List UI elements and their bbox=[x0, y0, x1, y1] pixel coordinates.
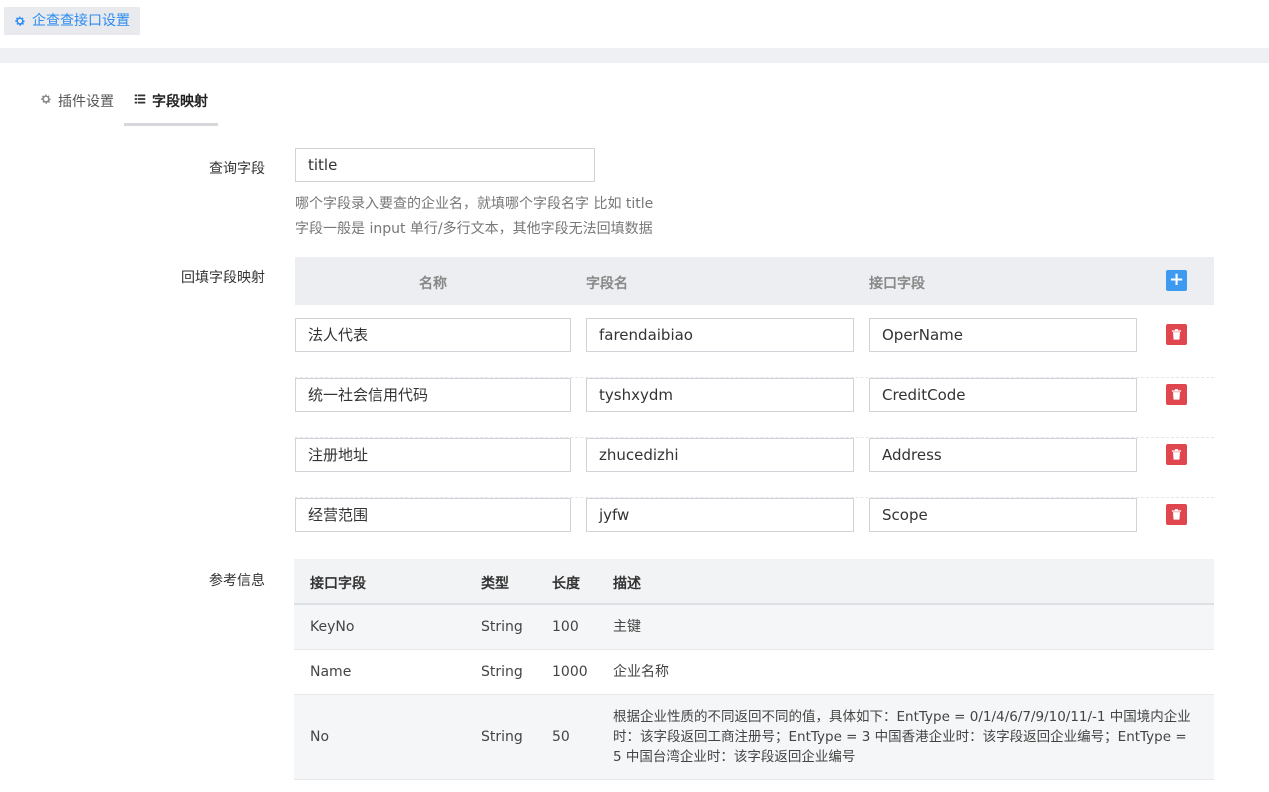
tab-plugin-settings[interactable]: 插件设置 bbox=[30, 83, 124, 126]
ref-cell-length: 1000 bbox=[552, 664, 588, 680]
column-header-api: 接口字段 bbox=[869, 276, 925, 292]
plus-icon: + bbox=[1168, 269, 1185, 290]
mapping-row: 经营范围 jyfw Scope bbox=[295, 498, 1214, 558]
settings-title: 企查查接口设置 bbox=[32, 13, 130, 29]
delete-row-button[interactable] bbox=[1166, 444, 1187, 465]
list-icon bbox=[134, 94, 146, 104]
mapping-row: 统一社会信用代码 tyshxydm CreditCode bbox=[295, 378, 1214, 438]
ref-cell-type: String bbox=[481, 664, 523, 680]
main-panel: 插件设置 字段映射 查询字段 title 哪个字段录入要查的企业名，就填哪个字段… bbox=[4, 63, 1269, 792]
gear-icon bbox=[41, 94, 51, 104]
mapping-field-input[interactable]: tyshxydm bbox=[586, 378, 854, 412]
mapping-row: 注册地址 zhucedizhi Address bbox=[295, 438, 1214, 498]
mapping-label: 回填字段映射 bbox=[181, 270, 265, 286]
table-row: KeyNo String 100 主键 bbox=[294, 605, 1214, 650]
delete-row-button[interactable] bbox=[1166, 324, 1187, 345]
ref-column-type: 类型 bbox=[481, 576, 509, 592]
ref-column-desc: 描述 bbox=[613, 576, 641, 592]
column-header-field: 字段名 bbox=[586, 276, 628, 292]
table-row: Name String 1000 企业名称 bbox=[294, 650, 1214, 695]
mapping-header: 名称 字段名 接口字段 + bbox=[295, 257, 1214, 305]
ref-column-length: 长度 bbox=[552, 576, 580, 592]
query-field-help-2: 字段一般是 input 单行/多行文本，其他字段无法回填数据 bbox=[295, 221, 653, 237]
column-header-name: 名称 bbox=[419, 276, 447, 292]
add-row-button[interactable]: + bbox=[1166, 270, 1187, 291]
tab-label: 字段映射 bbox=[152, 94, 208, 110]
mapping-api-input[interactable]: CreditCode bbox=[869, 378, 1137, 412]
mapping-field-input[interactable]: jyfw bbox=[586, 498, 854, 532]
mapping-api-input[interactable]: OperName bbox=[869, 318, 1137, 352]
ref-cell-type: String bbox=[481, 619, 523, 635]
mapping-row: 法人代表 farendaibiao OperName bbox=[295, 318, 1214, 378]
ref-column-field: 接口字段 bbox=[310, 576, 366, 592]
mapping-api-input[interactable]: Scope bbox=[869, 498, 1137, 532]
reference-label: 参考信息 bbox=[209, 573, 265, 589]
trash-icon bbox=[1171, 449, 1182, 460]
tab-field-mapping[interactable]: 字段映射 bbox=[124, 83, 218, 126]
ref-cell-length: 100 bbox=[552, 619, 579, 635]
delete-row-button[interactable] bbox=[1166, 504, 1187, 525]
ref-cell-field: Name bbox=[310, 664, 352, 680]
reference-table: 接口字段 类型 长度 描述 KeyNo String 100 主键 Name S… bbox=[294, 559, 1214, 780]
mapping-name-input[interactable]: 注册地址 bbox=[295, 438, 571, 472]
mapping-name-input[interactable]: 法人代表 bbox=[295, 318, 571, 352]
ref-cell-desc: 企业名称 bbox=[613, 664, 669, 680]
ref-cell-desc: 主键 bbox=[613, 619, 641, 635]
query-field-help-1: 哪个字段录入要查的企业名，就填哪个字段名字 比如 title bbox=[295, 196, 654, 212]
mapping-field-input[interactable]: zhucedizhi bbox=[586, 438, 854, 472]
mapping-name-input[interactable]: 经营范围 bbox=[295, 498, 571, 532]
query-field-input[interactable]: title bbox=[295, 148, 595, 182]
reference-header: 接口字段 类型 长度 描述 bbox=[294, 559, 1214, 605]
trash-icon bbox=[1171, 509, 1182, 520]
trash-icon bbox=[1171, 329, 1182, 340]
settings-title-chip[interactable]: 企查查接口设置 bbox=[4, 7, 140, 35]
tab-label: 插件设置 bbox=[58, 94, 114, 110]
trash-icon bbox=[1171, 389, 1182, 400]
ref-cell-type: String bbox=[481, 729, 523, 745]
separator-band bbox=[0, 48, 1269, 63]
delete-row-button[interactable] bbox=[1166, 384, 1187, 405]
ref-cell-desc: 根据企业性质的不同返回不同的值，具体如下：EntType = 0/1/4/6/7… bbox=[613, 709, 1191, 765]
gear-icon bbox=[15, 16, 25, 26]
mapping-field-input[interactable]: farendaibiao bbox=[586, 318, 854, 352]
table-row: No String 50 根据企业性质的不同返回不同的值，具体如下：EntTyp… bbox=[294, 695, 1214, 780]
query-field-label: 查询字段 bbox=[209, 161, 265, 177]
ref-cell-field: KeyNo bbox=[310, 619, 355, 635]
ref-cell-field: No bbox=[310, 729, 330, 745]
mapping-api-input[interactable]: Address bbox=[869, 438, 1137, 472]
ref-cell-length: 50 bbox=[552, 729, 570, 745]
mapping-name-input[interactable]: 统一社会信用代码 bbox=[295, 378, 571, 412]
tab-bar: 插件设置 字段映射 bbox=[30, 83, 218, 126]
top-bar: 企查查接口设置 bbox=[0, 0, 1269, 48]
